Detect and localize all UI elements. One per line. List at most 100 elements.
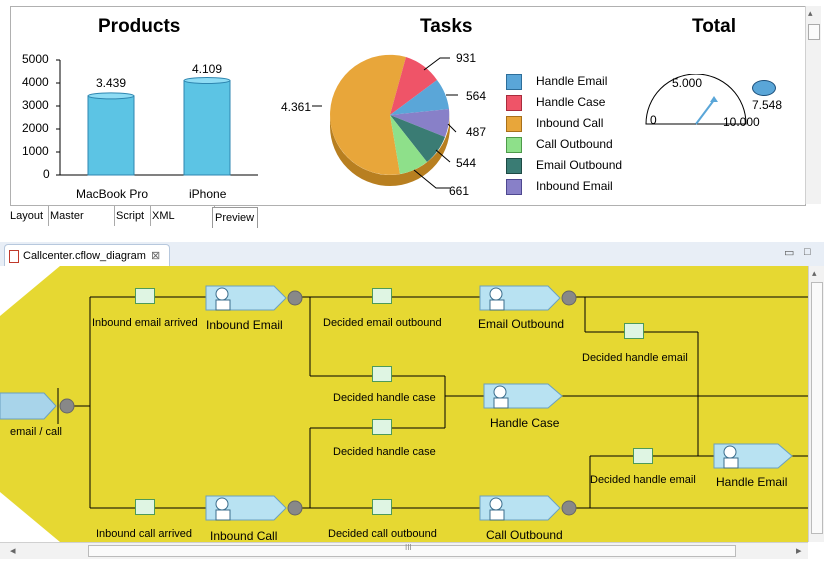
legend-label: Handle Case	[536, 95, 606, 109]
pie-label-email-outbound: 544	[456, 156, 477, 170]
bar-cap	[87, 92, 135, 100]
scroll-up-arrow-icon[interactable]: ▴	[808, 8, 813, 19]
scroll-grip-icon: III	[405, 543, 412, 552]
editor-file-tab-label: Callcenter.cflow_diagram	[23, 250, 146, 262]
decision-icon[interactable]	[633, 448, 653, 464]
scroll-thumb[interactable]	[811, 282, 823, 534]
bar-category-label: MacBook Pro	[76, 187, 149, 201]
legend-item: Handle Email	[506, 72, 636, 93]
start-gateway	[59, 398, 75, 414]
bar-iphone	[183, 79, 231, 176]
maximize-icon[interactable]: □	[804, 246, 811, 258]
tab-script[interactable]: Script	[114, 206, 151, 226]
bar-value-label: 3.439	[96, 76, 127, 90]
separator	[0, 229, 824, 242]
decision-icon[interactable]	[624, 323, 644, 339]
decision-inbound-call-arrived[interactable]: Inbound call arrived	[96, 528, 192, 540]
pie-label-inbound-email: 487	[466, 125, 487, 139]
tab-preview[interactable]: Preview	[212, 207, 258, 228]
task-node-inbound-email[interactable]	[204, 282, 304, 314]
total-value-marker-icon	[752, 80, 776, 96]
decision-icon[interactable]	[372, 288, 392, 304]
legend-swatch-icon	[506, 158, 522, 174]
task-node-handle-email[interactable]	[712, 440, 796, 472]
legend-item: Email Outbound	[506, 156, 636, 177]
decision-handle-case-1[interactable]: Decided handle case	[333, 392, 436, 404]
legend-item: Inbound Email	[506, 177, 636, 198]
task-label-inbound-call: Inbound Call	[210, 529, 278, 542]
diagram-vertical-scrollbar[interactable]: ▴	[808, 266, 824, 542]
y-axis-tick-marks	[56, 59, 60, 176]
y-tick-label: 2000	[22, 121, 49, 135]
close-tab-icon[interactable]: ⊠	[151, 245, 160, 267]
y-tick-label: 4000	[22, 75, 49, 89]
diagram-svg	[0, 266, 808, 542]
y-tick-label: 0	[43, 167, 50, 181]
bar-macbook-pro	[87, 95, 135, 176]
task-label-inbound-email: Inbound Email	[206, 318, 283, 332]
legend-swatch-icon	[506, 137, 522, 153]
bar-value-label: 4.109	[192, 62, 223, 76]
decision-handle-case-2[interactable]: Decided handle case	[333, 446, 436, 458]
tab-xml-source[interactable]: XML Source	[150, 206, 215, 242]
scroll-left-arrow-icon[interactable]: ◂	[10, 544, 16, 557]
diagram-horizontal-scrollbar[interactable]: ◂ III ▸	[0, 542, 808, 559]
decision-handle-email-top[interactable]: Decided handle email	[582, 352, 688, 364]
decision-icon[interactable]	[372, 419, 392, 435]
legend-swatch-icon	[506, 116, 522, 132]
bar-cap	[183, 76, 231, 84]
process-lane	[0, 266, 808, 542]
legend-item: Call Outbound	[506, 135, 636, 156]
legend-swatch-icon	[506, 179, 522, 195]
leader-line	[423, 57, 450, 71]
decision-call-outbound[interactable]: Decided call outbound	[328, 528, 437, 540]
task-label-handle-case: Handle Case	[490, 416, 560, 430]
legend-label: Inbound Email	[536, 179, 613, 193]
preview-vertical-scrollbar[interactable]: ▴	[805, 6, 821, 204]
y-tick-label: 1000	[22, 144, 49, 158]
minimize-icon[interactable]: ▭	[784, 246, 794, 259]
gauge-top-label: 5.000	[672, 76, 703, 90]
total-chart-title: Total	[692, 16, 736, 37]
gauge-min-label: 0	[650, 113, 657, 127]
scroll-up-arrow-icon[interactable]: ▴	[812, 268, 817, 279]
report-preview: ▴ Products 5000 4000 3000 2000 1000 0 MacBook…	[0, 0, 824, 206]
legend-label: Email Outbound	[536, 158, 623, 172]
start-node-label: email / call	[10, 426, 62, 438]
y-tick-label: 3000	[22, 98, 49, 112]
tab-master-page[interactable]: Master Page	[48, 206, 115, 242]
decision-icon[interactable]	[372, 499, 392, 515]
gauge-max-label: 10.000	[723, 115, 760, 129]
tasks-chart-title: Tasks	[420, 16, 473, 37]
decision-icon[interactable]	[135, 499, 155, 515]
products-bars	[87, 76, 231, 176]
scroll-thumb[interactable]: III	[88, 543, 736, 557]
pie-label-inbound-call: 4.361	[281, 100, 312, 114]
diagram-canvas[interactable]: email / call Inbound email arrived Decid…	[0, 266, 808, 542]
legend-swatch-icon	[506, 74, 522, 90]
legend-item: Handle Case	[506, 93, 636, 114]
decision-email-outbound[interactable]: Decided email outbound	[323, 317, 442, 329]
decision-icon[interactable]	[135, 288, 155, 304]
pie-label-handle-email: 564	[466, 89, 487, 103]
decision-handle-email-bottom[interactable]: Decided handle email	[590, 474, 696, 486]
legend-label: Call Outbound	[536, 137, 613, 151]
task-label-email-outbound: Email Outbound	[478, 317, 565, 331]
total-value-label: 7.548	[752, 98, 783, 112]
tasks-legend: Handle Email Handle Case Inbound Call Ca…	[506, 72, 636, 198]
task-node-handle-case[interactable]	[482, 380, 566, 412]
tab-layout[interactable]: Layout	[8, 206, 49, 226]
scroll-right-arrow-icon[interactable]: ▸	[796, 544, 802, 557]
task-node-call-outbound[interactable]	[478, 492, 578, 524]
editor-file-tab[interactable]: Callcenter.cflow_diagram ⊠	[4, 244, 170, 267]
decision-inbound-email-arrived[interactable]: Inbound email arrived	[92, 317, 198, 329]
task-node-inbound-call[interactable]	[204, 492, 304, 524]
scroll-thumb[interactable]	[808, 24, 820, 40]
products-bar-chart	[56, 59, 258, 176]
task-label-handle-email: Handle Email	[716, 475, 788, 489]
legend-item: Inbound Call	[506, 114, 636, 135]
pie-label-call-outbound: 661	[449, 184, 470, 198]
task-node-email-outbound[interactable]	[478, 282, 578, 314]
y-tick-label: 5000	[22, 52, 49, 66]
decision-icon[interactable]	[372, 366, 392, 382]
